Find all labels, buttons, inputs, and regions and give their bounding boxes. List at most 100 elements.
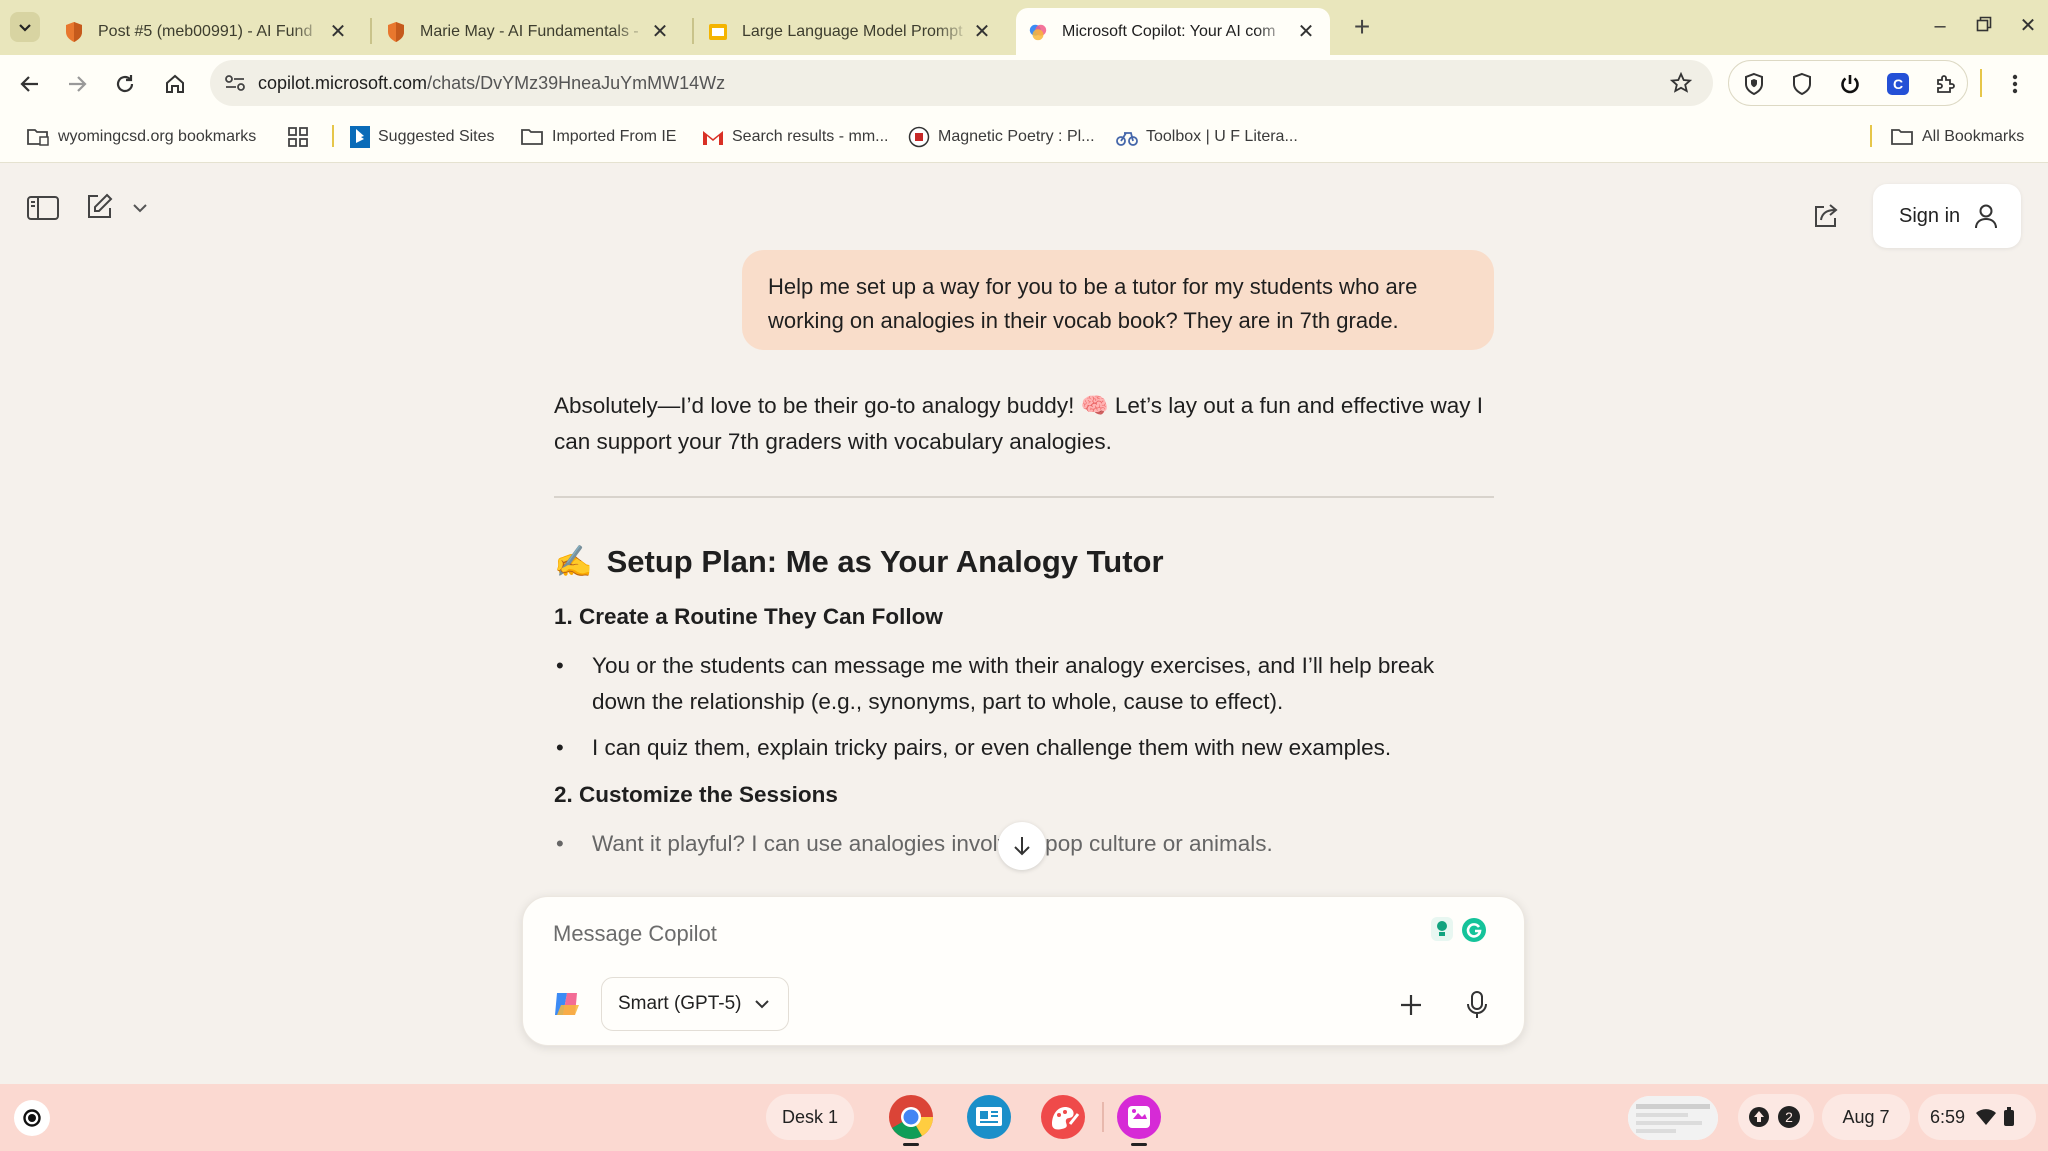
bookmark-label: Search results - mm...: [732, 128, 889, 145]
tab-search-button[interactable]: [10, 12, 40, 42]
upload-icon: [1749, 1107, 1769, 1127]
sidebar-toggle-button[interactable]: [24, 192, 62, 224]
notifications-pill[interactable]: 2: [1738, 1094, 1814, 1140]
plus-icon: [1401, 995, 1421, 1015]
star-icon[interactable]: [1670, 72, 1692, 94]
close-window-button[interactable]: ✕: [2008, 8, 2048, 44]
gmail-icon: [703, 131, 723, 145]
tab-post-5[interactable]: Post #5 (meb00991) - AI Fund ✕: [52, 8, 362, 55]
home-button[interactable]: [158, 67, 192, 101]
bookmark-suggested-sites[interactable]: Suggested Sites: [350, 124, 495, 150]
classroom-icon: [967, 1095, 1011, 1139]
add-attachment-button[interactable]: [1393, 987, 1429, 1023]
pwa-app[interactable]: [1116, 1094, 1162, 1146]
new-chat-button[interactable]: [82, 190, 116, 224]
bookmark-label: wyomingcsd.org bookmarks: [58, 128, 257, 145]
microphone-icon: [1467, 991, 1487, 1018]
tab-microsoft-copilot[interactable]: Microsoft Copilot: Your AI com ✕: [1016, 8, 1330, 55]
sign-in-button[interactable]: Sign in: [1873, 184, 2021, 248]
extension-shield-1[interactable]: [1739, 69, 1769, 99]
forward-button[interactable]: [60, 67, 94, 101]
bookmark-toolbox[interactable]: Toolbox | U F Litera...: [1116, 124, 1298, 150]
power-icon: [1841, 75, 1859, 94]
new-tab-button[interactable]: +: [1344, 10, 1380, 46]
model-selector[interactable]: Smart (GPT-5): [601, 977, 789, 1031]
magnetic-poetry-icon: [908, 126, 930, 148]
chrome-icon: [889, 1095, 933, 1139]
desk-button[interactable]: Desk 1: [766, 1094, 854, 1140]
sidebar-icon: [27, 196, 59, 220]
tab-divider: [692, 18, 694, 44]
chevron-down-icon: [133, 204, 147, 213]
shield-outline-icon: [1793, 72, 1811, 96]
minimize-button[interactable]: –: [1920, 8, 1960, 44]
microphone-button[interactable]: [1459, 987, 1495, 1023]
running-indicator: [903, 1143, 919, 1146]
close-tab-icon[interactable]: ✕: [970, 19, 994, 44]
bookmark-magnetic-poetry[interactable]: Magnetic Poetry : Pl...: [908, 124, 1095, 150]
tab-divider: [370, 18, 372, 44]
bulb-icon[interactable]: [1431, 917, 1453, 941]
heading-text: Setup Plan: Me as Your Analogy Tutor: [606, 544, 1164, 579]
bookmark-imported-ie[interactable]: Imported From IE: [520, 124, 676, 150]
extension-shield-2[interactable]: [1787, 69, 1817, 99]
bookmark-gmail-search[interactable]: Search results - mm...: [702, 124, 888, 150]
message-composer: Message Copilot Smart (GPT-5): [522, 896, 1525, 1046]
all-bookmarks[interactable]: All Bookmarks: [1890, 124, 2024, 150]
extensions-group: C: [1728, 60, 1968, 106]
slides-favicon-icon: [709, 23, 727, 40]
restore-icon: [1976, 16, 1992, 32]
all-bookmarks-label: All Bookmarks: [1922, 128, 2025, 145]
chrome-app[interactable]: [888, 1094, 934, 1146]
close-tab-icon[interactable]: ✕: [1294, 19, 1318, 44]
paint-palette-icon: [1041, 1095, 1085, 1139]
restore-button[interactable]: [1964, 8, 2004, 44]
bookmark-wyomingcsd[interactable]: wyomingcsd.org bookmarks: [26, 124, 256, 150]
browser-toolbar: copilot.microsoft.com/chats/DvYMz39HneaJ…: [0, 55, 2048, 111]
user-icon: [1975, 204, 1998, 229]
writing-hand-emoji: ✍️: [554, 544, 593, 579]
tab-large-language-model[interactable]: Large Language Model Prompt ✕: [696, 8, 1006, 55]
url-text: copilot.microsoft.com/chats/DvYMz39HneaJ…: [258, 73, 725, 94]
tab-marie-may[interactable]: Marie May - AI Fundamentals - ✕: [374, 8, 684, 55]
extensions-button[interactable]: [1931, 69, 1961, 99]
assistant-response: Absolutely—I’d love to be their go-to an…: [554, 388, 1494, 874]
grammarly-icon[interactable]: [1461, 917, 1487, 943]
launcher-button[interactable]: [14, 1100, 50, 1136]
address-bar[interactable]: copilot.microsoft.com/chats/DvYMz39HneaJ…: [210, 60, 1713, 106]
bookmark-label: Magnetic Poetry : Pl...: [938, 128, 1095, 145]
date-pill[interactable]: Aug 7: [1822, 1094, 1910, 1140]
wifi-icon: [1976, 1109, 1997, 1125]
classroom-app[interactable]: [966, 1094, 1012, 1140]
reload-button[interactable]: [108, 67, 142, 101]
chevron-down-icon: [19, 24, 31, 32]
canvas-app[interactable]: [1040, 1094, 1086, 1140]
status-area[interactable]: 6:59: [1918, 1094, 2036, 1140]
reload-icon: [116, 75, 134, 93]
tab-strip: Post #5 (meb00991) - AI Fund ✕ Marie May…: [0, 0, 2048, 55]
site-info-icon[interactable]: [224, 73, 246, 93]
new-chat-options-button[interactable]: [128, 198, 152, 218]
back-button[interactable]: [13, 67, 47, 101]
arrow-left-icon: [20, 76, 38, 92]
running-indicator: [1131, 1143, 1147, 1146]
compose-icon: [88, 193, 113, 218]
scroll-to-bottom-button[interactable]: [998, 822, 1046, 870]
extension-c[interactable]: C: [1883, 69, 1913, 99]
share-icon: [1815, 204, 1838, 227]
toolbar-divider: [1980, 69, 1982, 97]
bookmark-divider: [332, 125, 334, 147]
intro-text-start: Absolutely—I’d love to be their go-to an…: [554, 393, 1081, 418]
close-tab-icon[interactable]: ✕: [648, 19, 672, 44]
holding-space-thumbnail[interactable]: [1628, 1096, 1718, 1140]
shield-favicon-icon: [66, 21, 82, 42]
notification-count: 2: [1778, 1106, 1800, 1128]
bookmark-label: Toolbox | U F Litera...: [1146, 128, 1298, 145]
extension-power[interactable]: [1835, 69, 1865, 99]
bookmark-apps[interactable]: [288, 124, 316, 150]
close-tab-icon[interactable]: ✕: [326, 19, 350, 44]
message-input[interactable]: Message Copilot: [553, 921, 717, 947]
chevron-down-icon: [754, 1000, 769, 1009]
share-button[interactable]: [1808, 198, 1844, 234]
browser-menu-button[interactable]: [1998, 67, 2032, 101]
